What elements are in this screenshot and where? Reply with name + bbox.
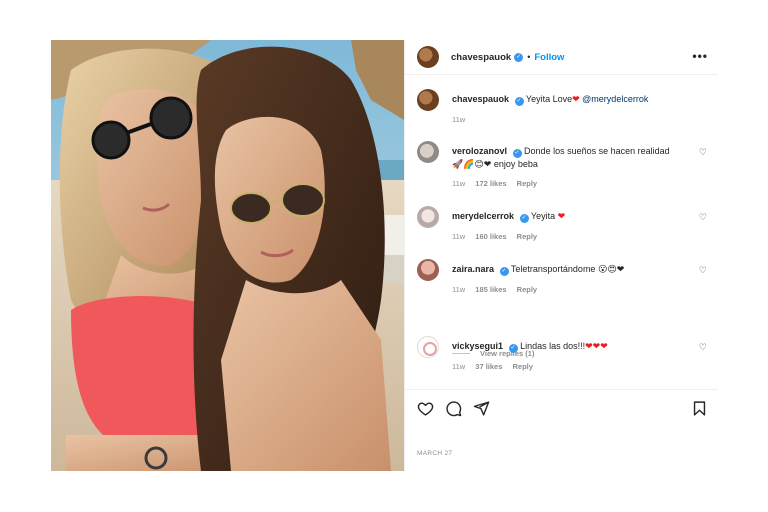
caption-meta: 11w [452, 115, 707, 124]
caption-body: Yeyita Love [525, 94, 573, 104]
verified-icon: ✓ [499, 267, 509, 276]
like-comment-heart-icon[interactable]: ♡ [699, 265, 707, 276]
comment-body-line2: enjoy beba [493, 159, 538, 169]
heart-emoji: ❤ [572, 94, 580, 104]
comment-time[interactable]: 11w [452, 179, 465, 188]
post-date[interactable]: MARCH 27 [417, 450, 452, 457]
comment-text: vickysegui1 ✓ Lindas las dos!!!❤❤❤ [452, 336, 707, 353]
caption-text: chavespauok ✓ Yeyita Love❤ @merydelcerro… [452, 89, 707, 106]
avatar[interactable] [417, 141, 439, 163]
avatar[interactable] [417, 46, 439, 68]
verified-icon: ✓ [519, 214, 529, 223]
comment-body: Lindas las dos!!! [520, 341, 586, 351]
caption-time[interactable]: 11w [452, 115, 465, 124]
comment-likes[interactable]: 185 likes [475, 285, 506, 294]
comment-emojis: 😮😍❤ [597, 264, 625, 274]
comment-meta: 11w 160 likes Reply [452, 232, 707, 241]
heart-emoji: ❤❤❤ [585, 341, 608, 351]
comment-bubble-icon[interactable] [445, 400, 462, 417]
verified-icon: ✓ [514, 97, 524, 106]
separator-dot: • [527, 52, 531, 62]
bookmark-icon[interactable] [691, 400, 708, 417]
avatar[interactable] [417, 336, 439, 358]
comment-text: verolozanovl ✓ Donde los sueños se hacen… [452, 141, 707, 170]
more-options-icon[interactable]: ••• [692, 49, 708, 63]
comment-time[interactable]: 11w [452, 362, 465, 371]
follow-button[interactable]: Follow [534, 52, 564, 63]
post-header: chavespauok ✓ • Follow ••• [405, 40, 718, 74]
avatar[interactable] [417, 206, 439, 228]
comment-username[interactable]: vickysegui1 [452, 341, 503, 351]
comment-item: zaira.nara ✓ Teletransportándome 😮😍❤ 11w… [417, 259, 707, 294]
caption-username[interactable]: chavespauok [452, 94, 509, 104]
comment-item: verolozanovl ✓ Donde los sueños se hacen… [417, 141, 707, 188]
reply-button[interactable]: Reply [517, 232, 537, 241]
post-side-panel: chavespauok ✓ • Follow ••• chavespauok ✓… [404, 40, 718, 471]
header-divider [405, 74, 718, 75]
paper-plane-icon[interactable] [473, 400, 490, 417]
comment-time[interactable]: 11w [452, 285, 465, 294]
reply-button[interactable]: Reply [517, 179, 537, 188]
comment-meta: 11w 37 likes Reply [452, 362, 707, 371]
comment-body: Yeyita [530, 211, 556, 221]
selfie-photo-illustration [51, 40, 404, 471]
comment-username[interactable]: merydelcerrok [452, 211, 514, 221]
comment-time[interactable]: 11w [452, 232, 465, 241]
reply-button[interactable]: Reply [513, 362, 533, 371]
comment-username[interactable]: zaira.nara [452, 264, 494, 274]
heart-outline-icon[interactable] [417, 400, 434, 417]
comment-emojis: 🚀🌈😊❤ [452, 159, 492, 169]
caption-mention[interactable]: @merydelcerrok [582, 94, 648, 104]
verified-icon: ✓ [512, 149, 522, 158]
comment-item: merydelcerrok ✓ Yeyita ❤ 11w 160 likes R… [417, 206, 707, 241]
comment-username[interactable]: verolozanovl [452, 146, 507, 156]
comment-likes[interactable]: 172 likes [475, 179, 506, 188]
avatar[interactable] [417, 89, 439, 111]
comment-body: Teletransportándome [510, 264, 596, 274]
comment-body: Donde los sueños se hacen realidad [524, 146, 670, 156]
avatar[interactable] [417, 259, 439, 281]
like-comment-heart-icon[interactable]: ♡ [699, 342, 707, 353]
comment-item: vickysegui1 ✓ Lindas las dos!!!❤❤❤ 11w 3… [417, 336, 707, 371]
post-author-username[interactable]: chavespauok [451, 52, 511, 63]
post-caption: chavespauok ✓ Yeyita Love❤ @merydelcerro… [417, 89, 707, 124]
instagram-post: chavespauok ✓ • Follow ••• chavespauok ✓… [51, 40, 718, 471]
actions-divider [405, 389, 718, 390]
post-photo[interactable] [51, 40, 404, 471]
comment-likes[interactable]: 160 likes [475, 232, 506, 241]
like-comment-heart-icon[interactable]: ♡ [699, 212, 707, 223]
comment-meta: 11w 185 likes Reply [452, 285, 707, 294]
comment-likes[interactable]: 37 likes [475, 362, 502, 371]
heart-emoji: ❤ [557, 211, 566, 221]
like-comment-heart-icon[interactable]: ♡ [699, 147, 707, 158]
reply-button[interactable]: Reply [517, 285, 537, 294]
comment-text: zaira.nara ✓ Teletransportándome 😮😍❤ [452, 259, 707, 276]
verified-icon: ✓ [508, 344, 518, 353]
comment-meta: 11w 172 likes Reply [452, 179, 707, 188]
post-actions-bar [417, 400, 707, 418]
comment-text: merydelcerrok ✓ Yeyita ❤ [452, 206, 707, 223]
verified-icon: ✓ [514, 52, 524, 62]
